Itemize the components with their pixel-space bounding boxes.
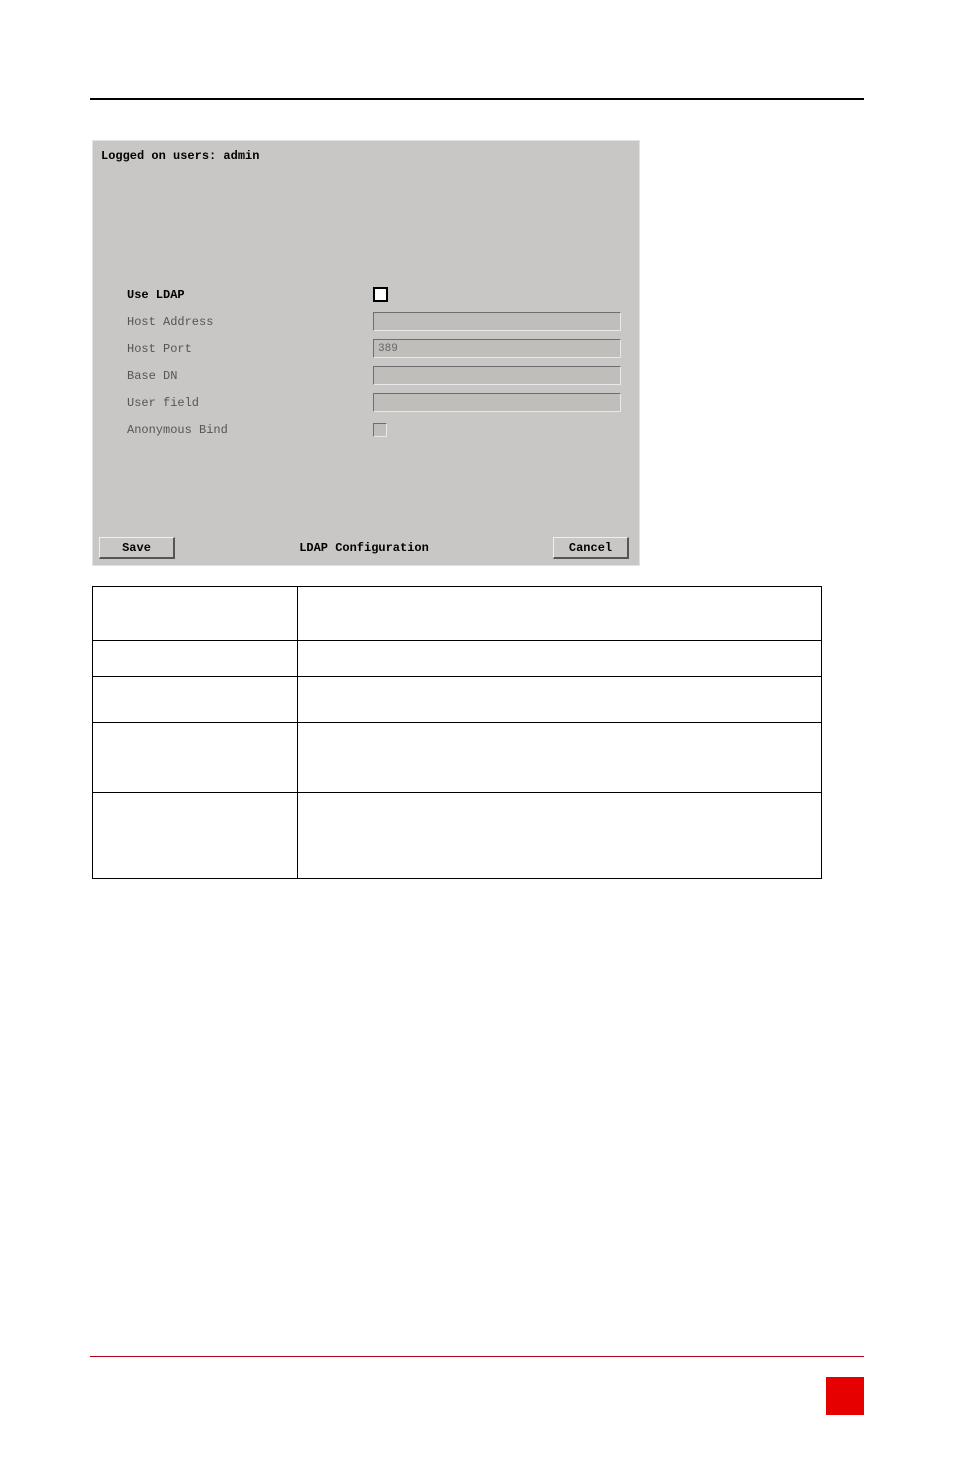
ldap-form: Use LDAP Host Address Host Port Base DN … [127, 281, 621, 443]
checkbox-anonymous-bind[interactable] [373, 423, 387, 437]
input-base-dn[interactable] [373, 366, 621, 385]
ldap-options-table [92, 586, 822, 879]
page-footer [90, 1356, 864, 1365]
cell-desc [298, 641, 822, 677]
th-option [93, 587, 298, 641]
table-header-row [93, 587, 822, 641]
checkbox-use-ldap[interactable] [373, 287, 388, 302]
label-base-dn: Base DN [127, 369, 373, 383]
cancel-button[interactable]: Cancel [553, 537, 629, 559]
cell-desc [298, 793, 822, 879]
table-row [93, 641, 822, 677]
label-anonymous-bind: Anonymous Bind [127, 423, 373, 437]
cell-desc [298, 723, 822, 793]
page-header [90, 60, 864, 100]
page-number-box [826, 1377, 864, 1415]
window-bottom-bar: Save LDAP Configuration Cancel [99, 537, 629, 559]
table-row [93, 677, 822, 723]
row-user-field: User field [127, 389, 621, 416]
input-host-port[interactable] [373, 339, 621, 358]
ldap-config-window: Logged on users: admin Use LDAP Host Add… [92, 140, 640, 566]
cell-option [93, 677, 298, 723]
label-use-ldap: Use LDAP [127, 288, 373, 302]
th-description [298, 587, 822, 641]
row-host-port: Host Port [127, 335, 621, 362]
input-host-address[interactable] [373, 312, 621, 331]
row-host-address: Host Address [127, 308, 621, 335]
table-row [93, 723, 822, 793]
input-user-field[interactable] [373, 393, 621, 412]
label-host-port: Host Port [127, 342, 373, 356]
row-base-dn: Base DN [127, 362, 621, 389]
label-host-address: Host Address [127, 315, 373, 329]
window-title: LDAP Configuration [299, 541, 429, 555]
logged-on-users-label: Logged on users: admin [101, 149, 259, 163]
cell-option [93, 723, 298, 793]
label-user-field: User field [127, 396, 373, 410]
table-row [93, 793, 822, 879]
cell-option [93, 641, 298, 677]
cell-option [93, 793, 298, 879]
row-anonymous-bind: Anonymous Bind [127, 416, 621, 443]
cell-desc [298, 677, 822, 723]
row-use-ldap: Use LDAP [127, 281, 621, 308]
save-button[interactable]: Save [99, 537, 175, 559]
